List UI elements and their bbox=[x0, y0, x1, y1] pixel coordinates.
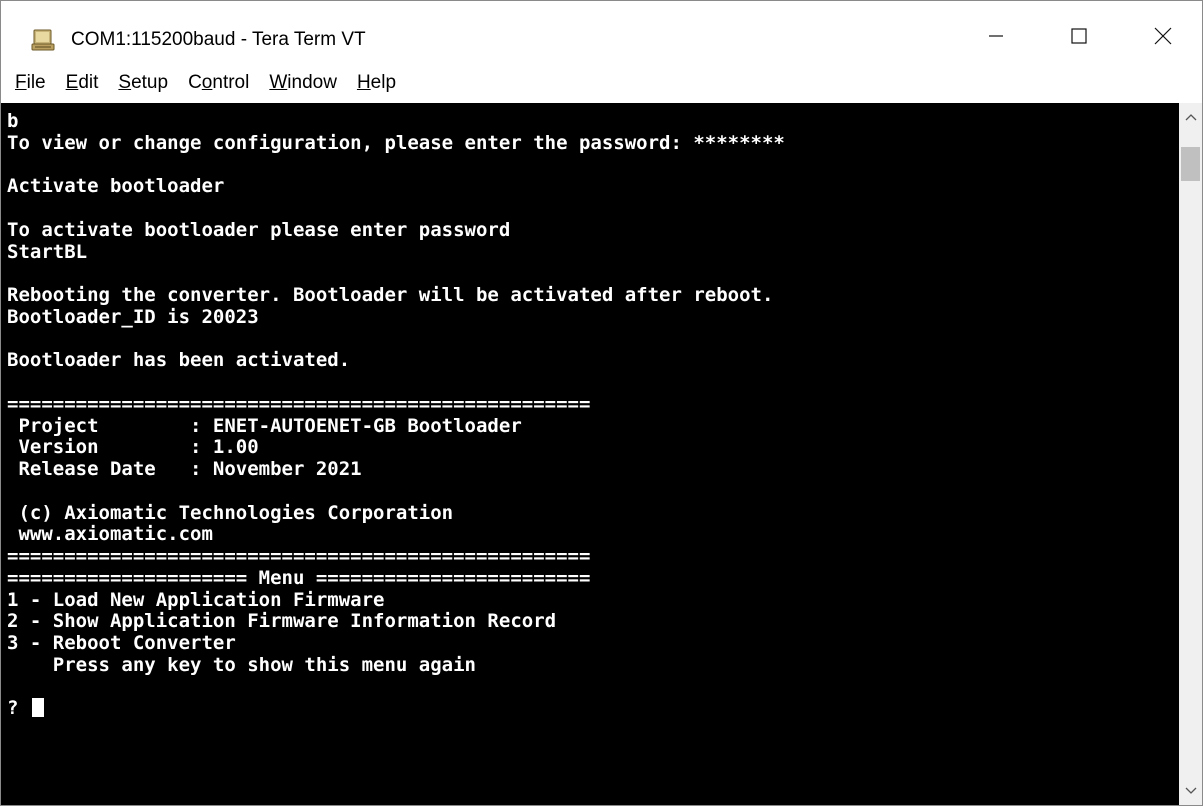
terminal-screen[interactable]: b To view or change configuration, pleas… bbox=[1, 103, 1179, 805]
minimize-button[interactable] bbox=[964, 11, 1028, 61]
terminal-line: To activate bootloader please enter pass… bbox=[7, 218, 511, 241]
terminal-line: To view or change configuration, please … bbox=[7, 131, 785, 154]
terminal-line: (c) Axiomatic Technologies Corporation bbox=[7, 501, 454, 524]
terminal-line: b bbox=[7, 110, 19, 132]
terminal-output: b To view or change configuration, pleas… bbox=[7, 110, 785, 720]
title-bar[interactable]: COM1:115200baud - Tera Term VT bbox=[1, 1, 1202, 63]
menu-help[interactable]: Help bbox=[351, 63, 402, 103]
menu-file[interactable]: File bbox=[9, 63, 52, 103]
terminal-line: Rebooting the converter. Bootloader will… bbox=[7, 284, 774, 306]
terminal-line: 1 - Load New Application Firmware bbox=[7, 588, 385, 611]
menu-setup[interactable]: Setup bbox=[112, 63, 174, 103]
menu-window[interactable]: Window bbox=[263, 63, 343, 103]
terminal-prompt: ? bbox=[7, 697, 30, 720]
chevron-up-icon bbox=[1185, 108, 1197, 126]
window-title: COM1:115200baud - Tera Term VT bbox=[71, 29, 366, 50]
maximize-button[interactable] bbox=[1047, 11, 1111, 61]
vertical-scrollbar[interactable] bbox=[1179, 103, 1202, 805]
scroll-down-button[interactable] bbox=[1179, 777, 1202, 805]
terminal-line: Release Date : November 2021 bbox=[7, 458, 362, 480]
terminal-line: 3 - Reboot Converter bbox=[7, 632, 236, 654]
text-cursor bbox=[31, 698, 44, 718]
tera-term-window: COM1:115200baud - Tera Term VT File Edit… bbox=[0, 0, 1203, 806]
terminal-line: StartBL bbox=[7, 240, 88, 263]
terminal-line: Bootloader_ID is 20023 bbox=[7, 305, 259, 328]
terminal-line: Version : 1.00 bbox=[7, 436, 259, 459]
terminal-line: ===================== Menu =============… bbox=[7, 566, 591, 589]
terminal-line: 2 - Show Application Firmware Informatio… bbox=[7, 610, 557, 633]
terminal-line: Press any key to show this menu again bbox=[7, 653, 476, 676]
close-button[interactable] bbox=[1131, 11, 1195, 61]
terminal-line: Activate bootloader bbox=[7, 175, 225, 198]
terminal-line: ========================================… bbox=[7, 545, 591, 567]
terminal-line: www.axiomatic.com bbox=[7, 523, 213, 546]
menu-bar: File Edit Setup Control Window Help bbox=[1, 63, 1202, 103]
scroll-up-button[interactable] bbox=[1179, 103, 1202, 131]
minimize-icon bbox=[989, 29, 1003, 43]
menu-edit[interactable]: Edit bbox=[60, 63, 105, 103]
menu-control[interactable]: Control bbox=[182, 63, 255, 103]
scrollbar-thumb[interactable] bbox=[1181, 147, 1200, 181]
close-icon bbox=[1154, 27, 1172, 45]
tera-term-icon[interactable] bbox=[31, 28, 55, 52]
maximize-icon bbox=[1071, 28, 1087, 44]
terminal-line: Bootloader has been activated. bbox=[7, 349, 351, 372]
chevron-down-icon bbox=[1185, 782, 1197, 800]
terminal-line: ========================================… bbox=[7, 392, 591, 415]
terminal-line: Project : ENET-AUTOENET-GB Bootloader bbox=[7, 414, 522, 437]
